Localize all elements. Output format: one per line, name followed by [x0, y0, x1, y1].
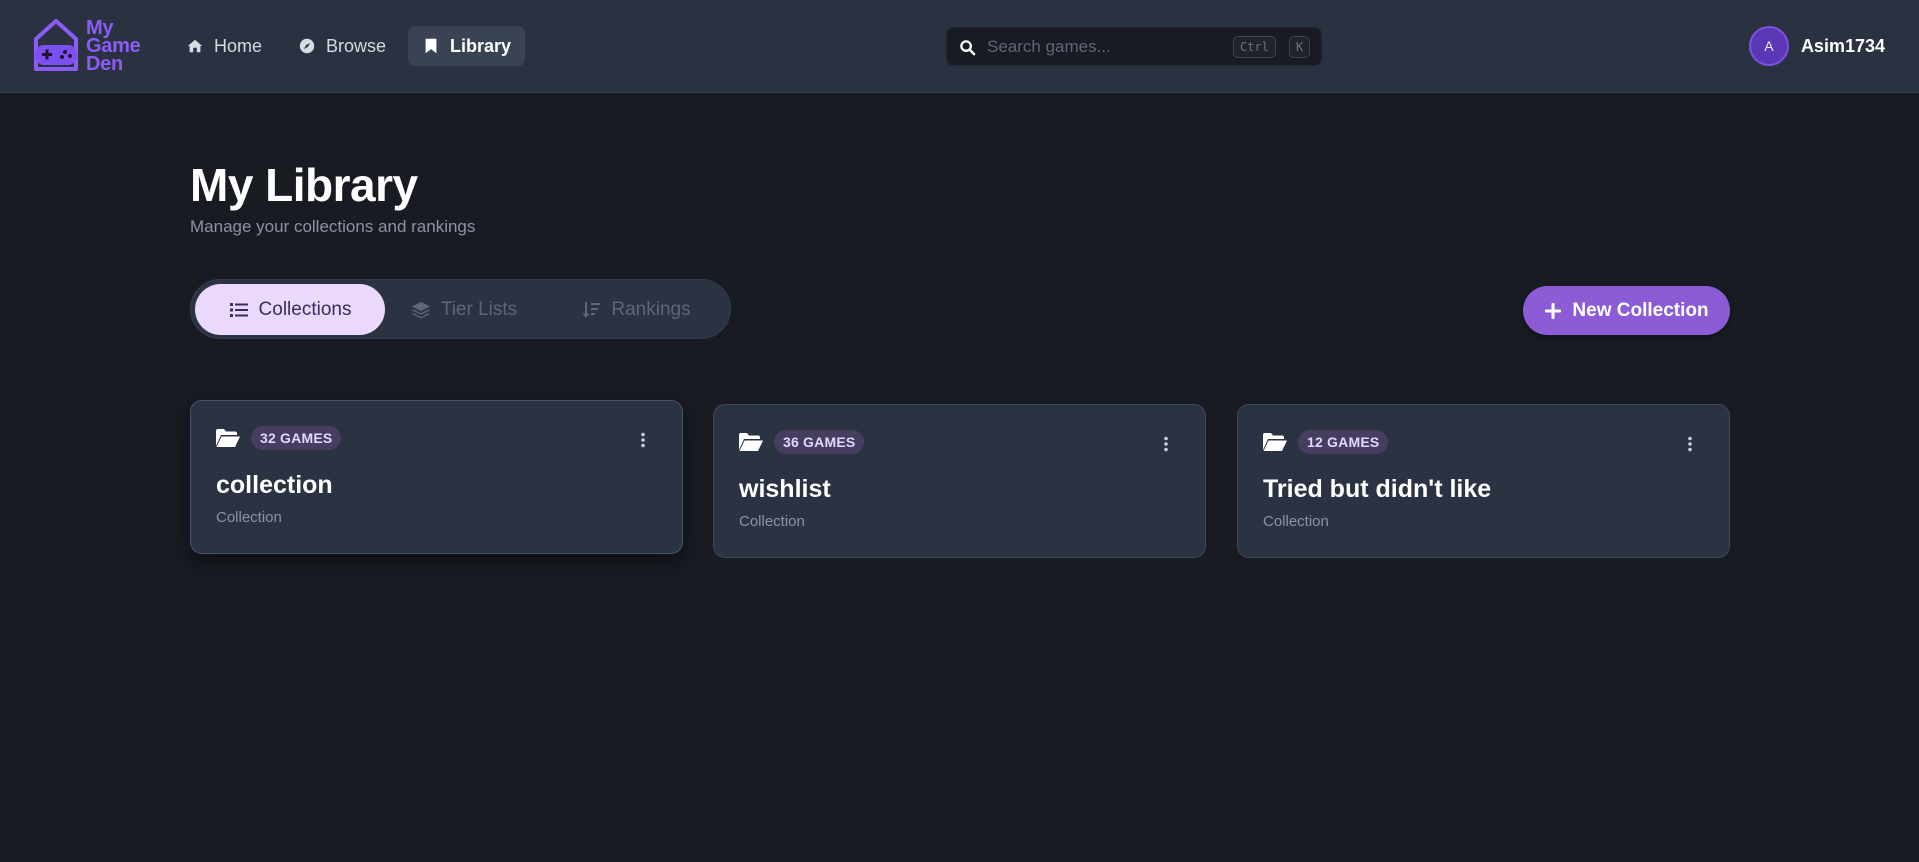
- shortcut-k-key: K: [1289, 36, 1311, 58]
- collection-type: Collection: [1263, 513, 1329, 530]
- brand-line-3: Den: [86, 53, 123, 75]
- game-count-badge: 36 GAMES: [774, 430, 865, 454]
- folder-open-icon: [739, 433, 763, 451]
- search-input[interactable]: [987, 28, 1207, 65]
- page-title: My Library: [190, 159, 418, 211]
- more-options-icon[interactable]: [1163, 436, 1169, 452]
- shortcut-ctrl-key: Ctrl: [1233, 36, 1276, 58]
- new-collection-label: New Collection: [1572, 299, 1709, 321]
- tab-tier-lists-label: Tier Lists: [440, 298, 518, 320]
- main-nav: Home Browse Library: [172, 26, 526, 66]
- folder-open-icon: [216, 429, 240, 447]
- collection-name: Tried but didn't like: [1263, 475, 1492, 503]
- username[interactable]: Asim1734: [1801, 36, 1885, 57]
- bookmark-icon: [425, 38, 437, 54]
- nav-home[interactable]: Home: [172, 26, 276, 66]
- list-icon: [229, 302, 248, 317]
- collection-card[interactable]: 12 GAMES Tried but didn't like Collectio…: [1237, 404, 1730, 558]
- sort-icon: [582, 301, 601, 318]
- brand-logo[interactable]: My Game Den: [32, 17, 141, 75]
- new-collection-button[interactable]: New Collection: [1523, 286, 1730, 335]
- game-count-badge: 32 GAMES: [251, 426, 342, 450]
- tab-collections[interactable]: Collections: [195, 284, 385, 335]
- tab-tier-lists[interactable]: Tier Lists: [389, 284, 539, 335]
- collection-type: Collection: [216, 509, 282, 526]
- brand-name: My Game Den: [86, 18, 141, 75]
- nav-browse[interactable]: Browse: [284, 26, 400, 66]
- folder-open-icon: [1263, 433, 1287, 451]
- library-tabs: Collections Tier Lists Rankings: [190, 279, 731, 339]
- home-icon: [187, 39, 203, 53]
- page-subtitle: Manage your collections and rankings: [190, 217, 476, 236]
- collection-card[interactable]: 36 GAMES wishlist Collection: [713, 404, 1206, 558]
- gamepad-house-icon: [34, 19, 78, 71]
- tab-rankings-label: Rankings: [611, 298, 691, 320]
- collection-name: collection: [216, 471, 333, 499]
- tab-collections-label: Collections: [258, 298, 352, 320]
- plus-icon: [1545, 302, 1562, 319]
- more-options-icon[interactable]: [1687, 436, 1693, 452]
- layers-icon: [411, 301, 430, 318]
- nav-home-label: Home: [214, 35, 263, 56]
- nav-browse-label: Browse: [326, 35, 387, 56]
- search-icon: [960, 40, 976, 56]
- search-bar[interactable]: Ctrl K: [946, 27, 1322, 66]
- more-options-icon[interactable]: [640, 432, 646, 448]
- top-navbar: My Game Den Home Browse Library Search g…: [0, 0, 1919, 93]
- collection-name: wishlist: [739, 475, 831, 503]
- nav-library[interactable]: Library: [408, 26, 526, 66]
- collection-type: Collection: [739, 513, 805, 530]
- game-count-badge: 12 GAMES: [1298, 430, 1389, 454]
- tab-rankings[interactable]: Rankings: [546, 284, 726, 335]
- compass-icon: [299, 38, 315, 54]
- avatar[interactable]: A: [1748, 26, 1789, 66]
- nav-library-label: Library: [450, 35, 512, 56]
- collection-card[interactable]: 32 GAMES collection Collection: [190, 400, 683, 554]
- user-menu[interactable]: A Asim1734: [1748, 26, 1885, 66]
